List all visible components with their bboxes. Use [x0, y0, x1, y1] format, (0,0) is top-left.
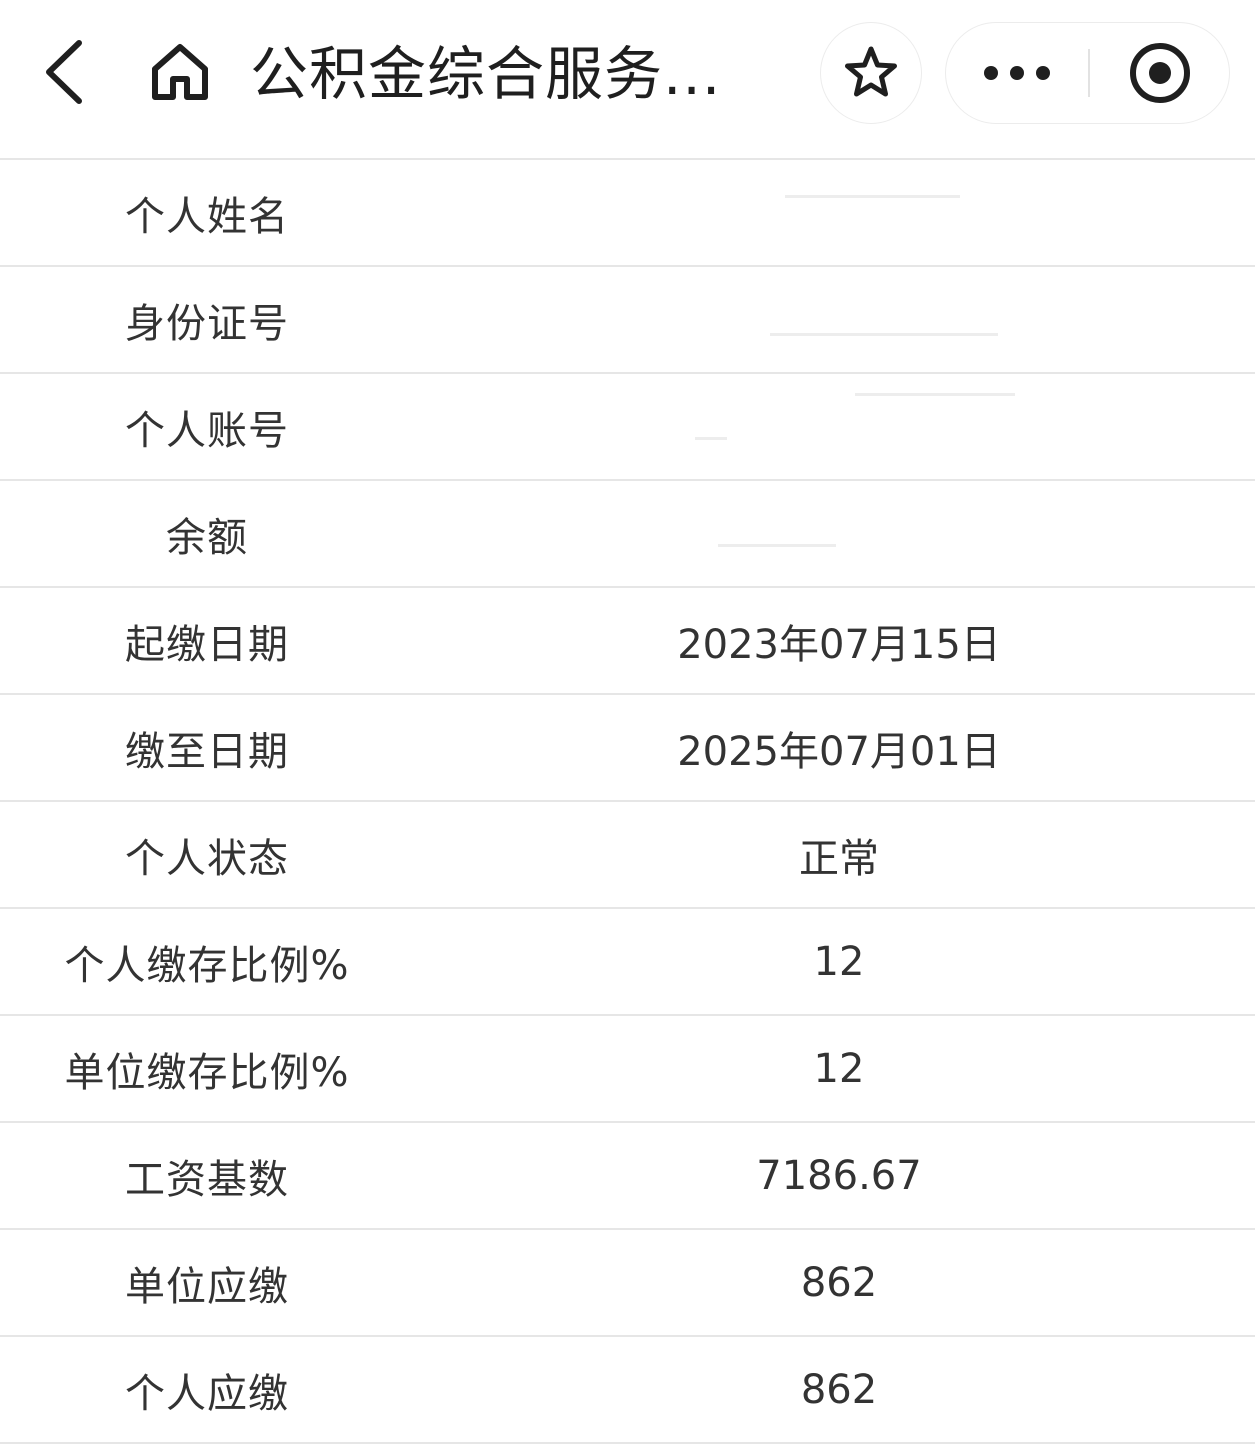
account-info-table: 个人姓名 身份证号 个人账号 余额 起缴日期 2023年07月15日 缴至日期 …: [0, 158, 1255, 1444]
row-label: 起缴日期: [125, 621, 289, 668]
row-value: 7186.67: [756, 1152, 922, 1199]
redaction-mark: [695, 437, 727, 440]
row-label: 个人状态: [125, 835, 289, 882]
row-value: 862: [800, 1259, 878, 1306]
home-button[interactable]: [140, 32, 220, 112]
row-value: 2023年07月15日: [677, 621, 1001, 668]
redaction-mark: [770, 333, 998, 336]
row-value: 12: [813, 938, 865, 985]
target-circle-icon: [1130, 43, 1190, 103]
table-row-personal-rate: 个人缴存比例% 12: [0, 909, 1255, 1016]
redaction-mark: [785, 195, 960, 198]
table-row-balance: 余额: [0, 481, 1255, 588]
table-row-status: 个人状态 正常: [0, 802, 1255, 909]
row-label: 单位应缴: [125, 1263, 289, 1310]
star-icon: [845, 46, 897, 97]
more-button[interactable]: [946, 23, 1088, 123]
row-label: 个人缴存比例%: [64, 942, 350, 989]
table-row-employer-due: 单位应缴 862: [0, 1230, 1255, 1337]
row-label: 个人应缴: [125, 1370, 289, 1417]
table-row-salary-base: 工资基数 7186.67: [0, 1123, 1255, 1230]
row-label: 单位缴存比例%: [64, 1049, 350, 1096]
chevron-left-icon: [46, 40, 82, 104]
redaction-mark: [718, 544, 836, 547]
mini-program-capsule: [945, 22, 1230, 124]
row-value: 12: [813, 1045, 865, 1092]
close-button[interactable]: [1090, 23, 1230, 123]
row-label: 个人姓名: [125, 193, 289, 240]
table-row-start-date: 起缴日期 2023年07月15日: [0, 588, 1255, 695]
row-label: 余额: [166, 514, 248, 561]
table-row-name: 个人姓名: [0, 160, 1255, 267]
table-row-account: 个人账号: [0, 374, 1255, 481]
redaction-mark: [855, 393, 1015, 396]
back-button[interactable]: [28, 32, 98, 112]
page-title: 公积金综合服务...: [250, 40, 722, 108]
row-label: 身份证号: [125, 300, 289, 347]
table-row-paid-until: 缴至日期 2025年07月01日: [0, 695, 1255, 802]
row-value: 862: [800, 1366, 878, 1413]
row-label: 工资基数: [125, 1156, 289, 1203]
table-row-employer-rate: 单位缴存比例% 12: [0, 1016, 1255, 1123]
more-dots-icon: [984, 66, 1050, 80]
row-label: 个人账号: [125, 407, 289, 454]
navigation-bar: 公积金综合服务...: [0, 0, 1255, 150]
row-value: 2025年07月01日: [677, 728, 1001, 775]
favorite-button[interactable]: [820, 22, 922, 124]
home-icon: [152, 44, 208, 100]
row-value: 正常: [799, 835, 879, 882]
row-label: 缴至日期: [125, 728, 289, 775]
table-row-personal-due: 个人应缴 862: [0, 1337, 1255, 1444]
table-row-id-number: 身份证号: [0, 267, 1255, 374]
